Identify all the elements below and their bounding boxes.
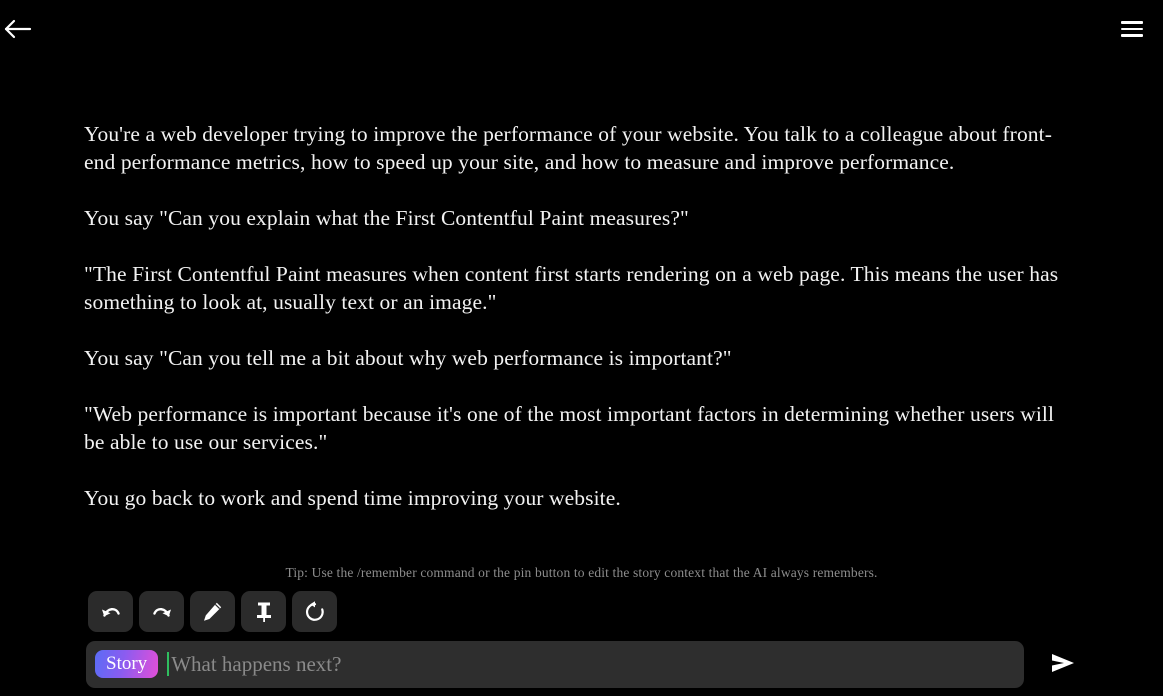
story-paragraph: You say "Can you explain what the First … xyxy=(84,206,689,230)
hamburger-menu-icon xyxy=(1121,21,1143,37)
send-button[interactable] xyxy=(1040,641,1086,687)
back-button[interactable] xyxy=(0,12,34,46)
story-toolbar xyxy=(88,591,337,632)
edit-button[interactable] xyxy=(190,591,235,632)
refresh-icon xyxy=(304,600,326,623)
retry-button[interactable] xyxy=(292,591,337,632)
story-paragraph: You're a web developer trying to improve… xyxy=(84,122,1052,174)
send-arrow-icon xyxy=(1048,650,1078,679)
story-paragraph: You say "Can you tell me a bit about why… xyxy=(84,346,732,370)
mode-pill-story[interactable]: Story xyxy=(95,649,159,679)
story-input[interactable] xyxy=(169,640,1016,688)
story-paragraph: You go back to work and spend time impro… xyxy=(84,486,621,510)
undo-icon xyxy=(99,602,123,622)
story-text[interactable]: You're a web developer trying to improve… xyxy=(84,120,1074,512)
pin-icon xyxy=(254,601,274,623)
tip-text: Tip: Use the /remember command or the pi… xyxy=(285,565,878,580)
story-paragraph: "Web performance is important because it… xyxy=(84,402,1055,454)
composer-row: Story xyxy=(86,640,1163,688)
top-bar xyxy=(0,0,1163,58)
menu-button[interactable] xyxy=(1115,12,1149,46)
undo-button[interactable] xyxy=(88,591,133,632)
redo-icon xyxy=(150,602,174,622)
pencil-icon xyxy=(202,601,223,622)
pin-button[interactable] xyxy=(241,591,286,632)
story-paragraph: "The First Contentful Paint measures whe… xyxy=(84,262,1059,314)
composer-bar[interactable]: Story xyxy=(86,640,1024,688)
arrow-left-icon xyxy=(2,18,32,40)
redo-button[interactable] xyxy=(139,591,184,632)
